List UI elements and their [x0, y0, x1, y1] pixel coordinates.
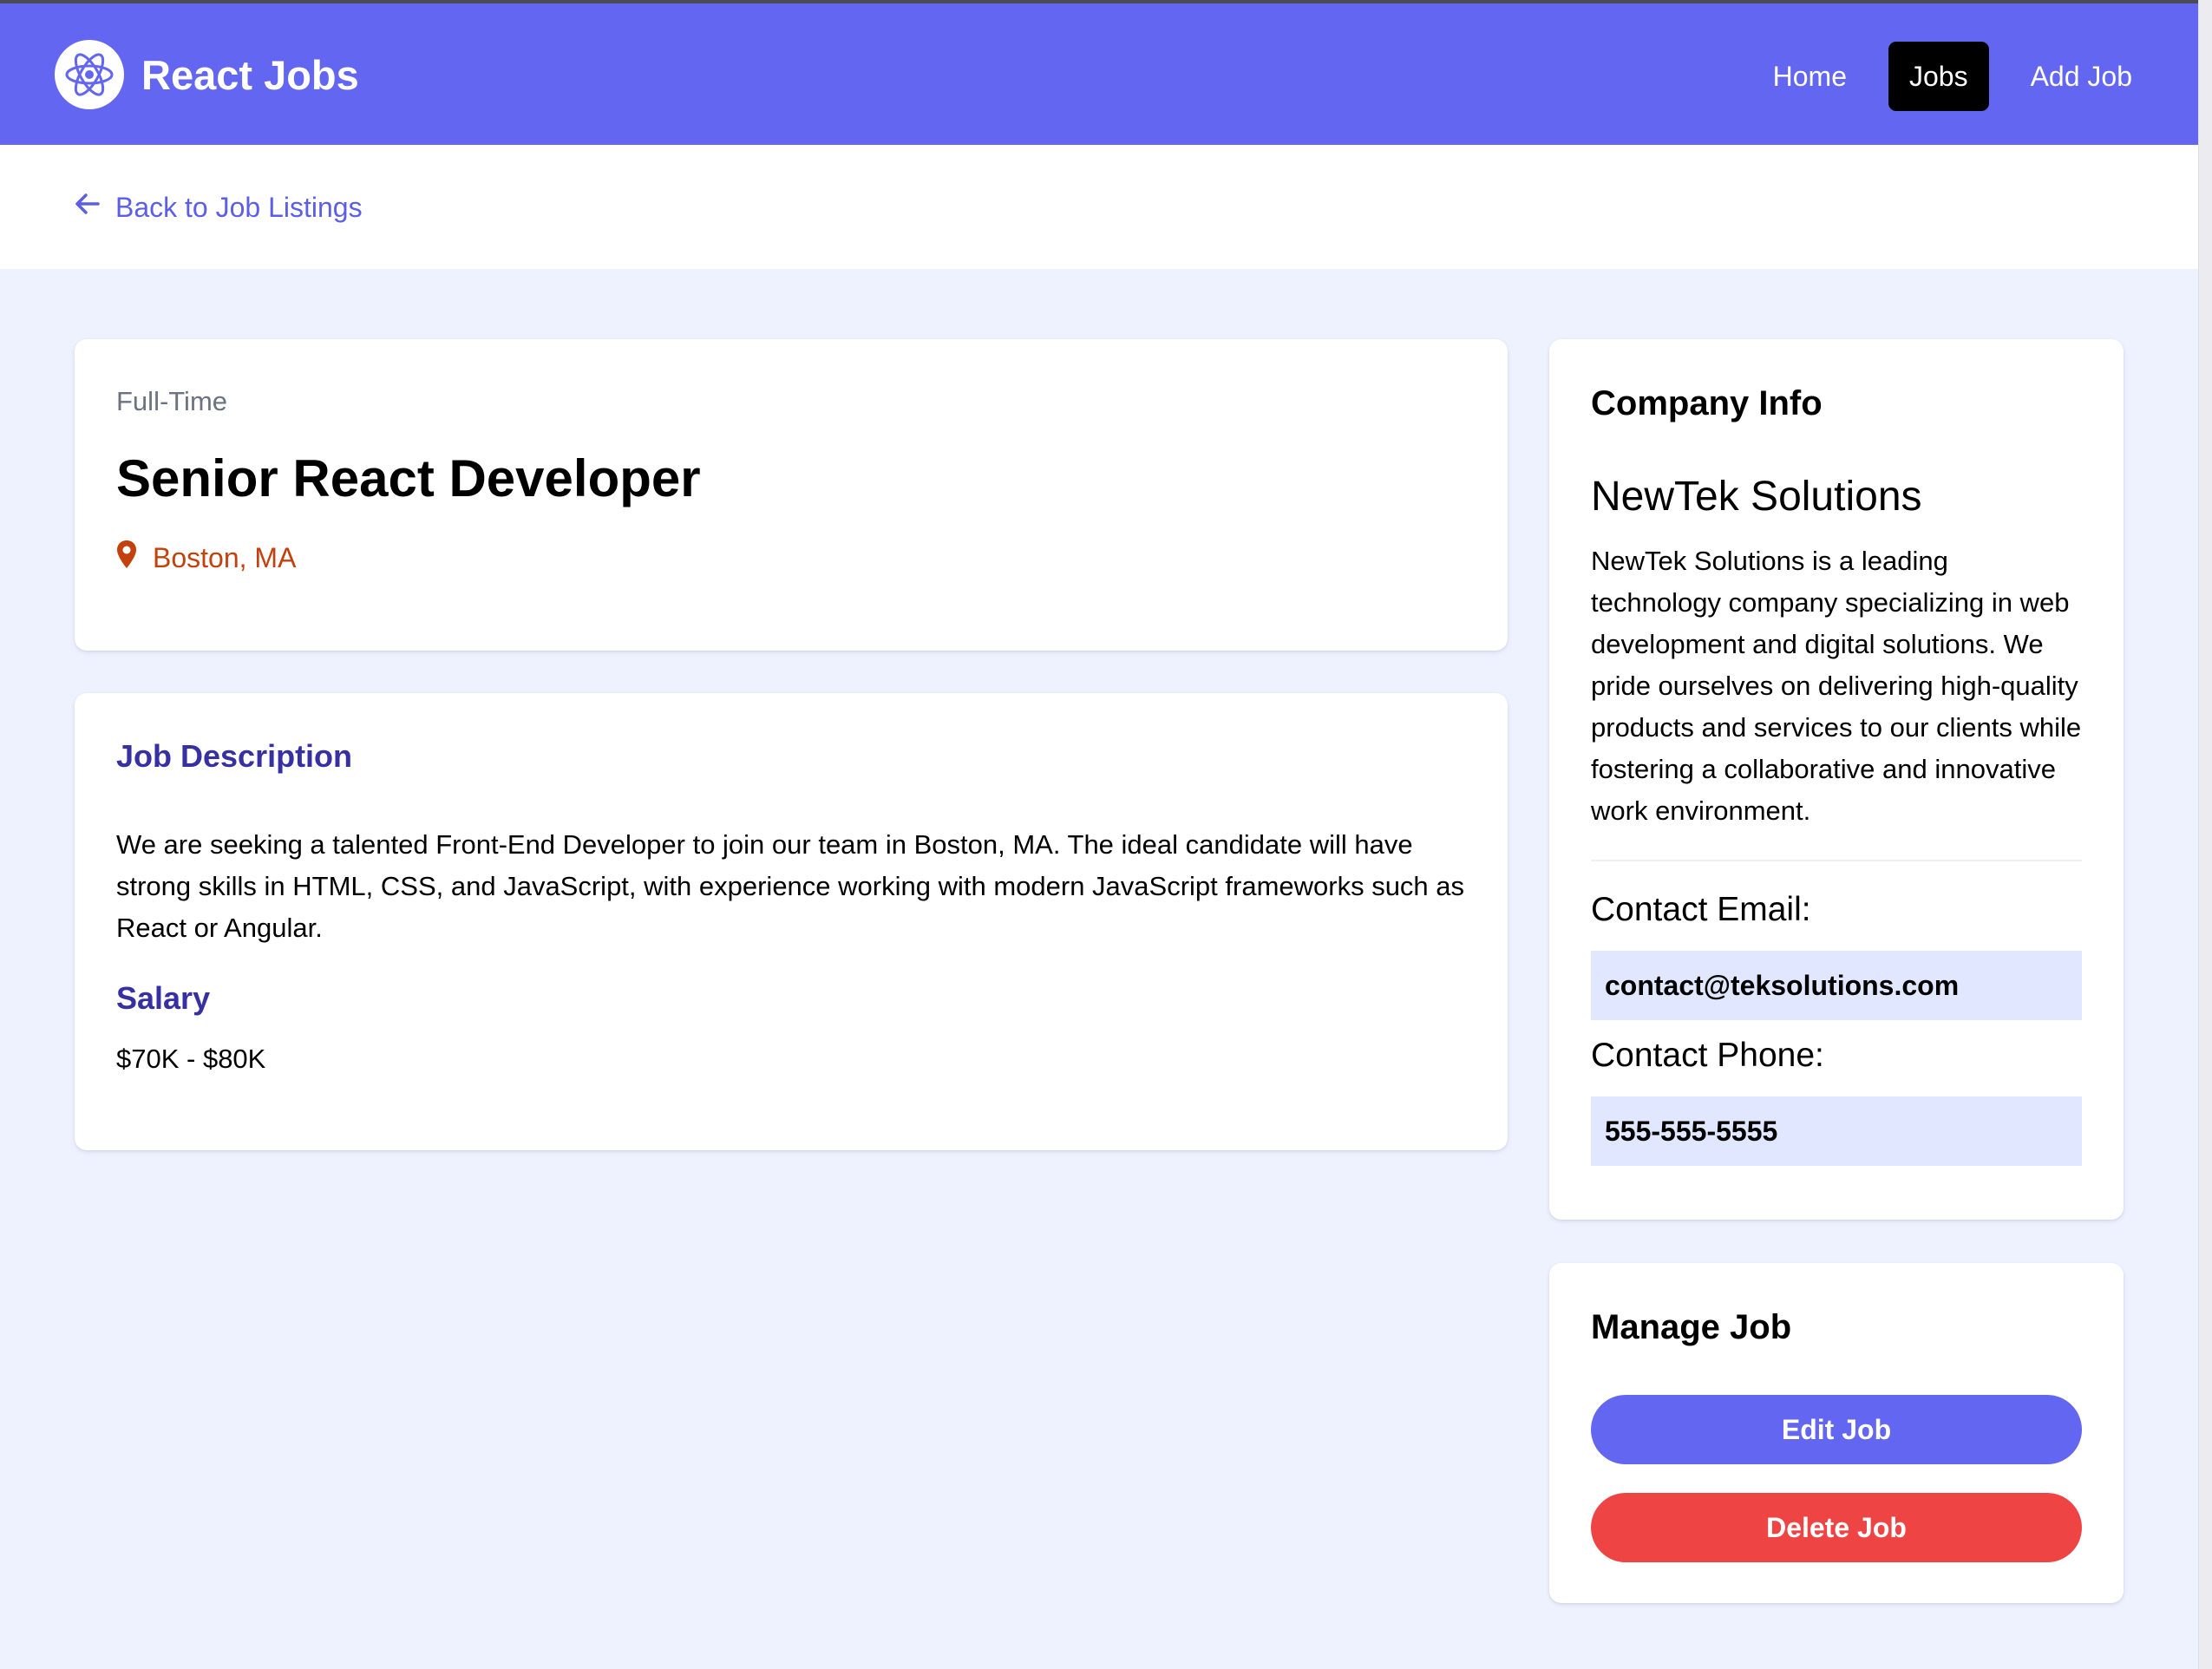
job-header-card: Full-Time Senior React Developer Boston,…: [75, 339, 1508, 651]
manage-job-card: Manage Job Edit Job Delete Job: [1549, 1263, 2124, 1603]
delete-job-button[interactable]: Delete Job: [1591, 1493, 2082, 1562]
job-location-text: Boston, MA: [153, 541, 297, 573]
job-type: Full-Time: [116, 386, 228, 416]
main-nav: Home Jobs Add Job: [1752, 42, 2153, 111]
company-description: NewTek Solutions is a leading technology…: [1591, 546, 2082, 826]
brand-name: React Jobs: [141, 51, 359, 98]
job-description-heading: Job Description: [116, 738, 353, 774]
company-info-card: Company Info NewTek Solutions NewTek Sol…: [1549, 339, 2124, 1220]
contact-email-label: Contact Email:: [1591, 891, 1811, 928]
salary-heading: Salary: [116, 980, 211, 1016]
job-description-text: We are seeking a talented Front-End Deve…: [116, 829, 1465, 943]
react-atom-icon: [55, 40, 124, 109]
nav-link-add-job[interactable]: Add Job: [2010, 42, 2153, 111]
job-title: Senior React Developer: [116, 449, 701, 507]
nav-link-jobs[interactable]: Jobs: [1888, 42, 1989, 111]
navbar: React Jobs Home Jobs Add Job: [0, 3, 2198, 146]
contact-phone-label: Contact Phone:: [1591, 1037, 1824, 1074]
salary-value: $70K - $80K: [116, 1044, 266, 1074]
contact-email-value: contact@teksolutions.com: [1591, 951, 2082, 1020]
manage-job-heading: Manage Job: [1591, 1308, 1792, 1346]
map-marker-icon: [116, 540, 137, 576]
back-to-listings-link[interactable]: Back to Job Listings: [74, 190, 363, 225]
divider: [1591, 860, 2082, 861]
edit-job-button[interactable]: Edit Job: [1591, 1395, 2082, 1464]
back-link-label: Back to Job Listings: [115, 191, 363, 223]
arrow-left-icon: [74, 190, 101, 225]
company-name: NewTek Solutions: [1591, 474, 1922, 520]
back-bar: Back to Job Listings: [0, 145, 2198, 269]
nav-link-home[interactable]: Home: [1752, 42, 1868, 111]
window-scrollbar[interactable]: [2198, 0, 2212, 1669]
brand-link[interactable]: React Jobs: [55, 40, 359, 109]
job-location: Boston, MA: [116, 540, 296, 576]
company-info-heading: Company Info: [1591, 384, 1823, 422]
job-description-card: Job Description We are seeking a talente…: [75, 693, 1508, 1150]
contact-phone-value: 555-555-5555: [1591, 1096, 2082, 1166]
